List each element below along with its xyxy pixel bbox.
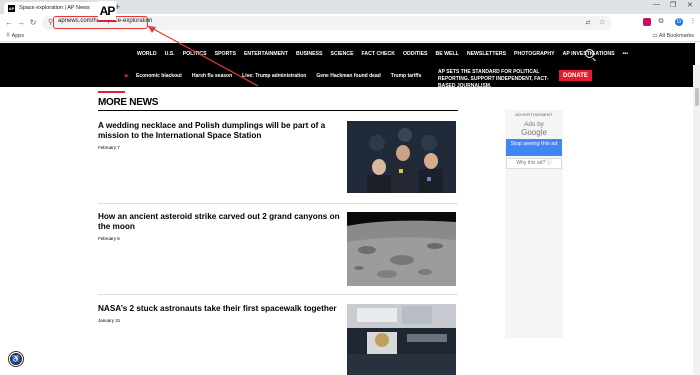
all-bookmarks-label: All Bookmarks [658, 33, 694, 39]
apps-bookmark[interactable]: ⠿ Apps [6, 33, 24, 39]
page-scrollbar[interactable] [693, 65, 700, 375]
trending-item[interactable]: Live: Trump administration [242, 73, 306, 79]
nav-fact-check[interactable]: FACT CHECK [362, 51, 395, 57]
article-card: A wedding necklace and Polish dumplings … [98, 121, 458, 201]
bookmarks-bar: ⠿ Apps ▭ All Bookmarks [0, 32, 700, 42]
ap-logo[interactable]: AP [98, 1, 116, 20]
all-bookmarks[interactable]: ▭ All Bookmarks [652, 33, 694, 39]
article-headline[interactable]: How an ancient asteroid strike carved ou… [98, 212, 343, 232]
apps-label: Apps [11, 33, 25, 39]
nav-entertainment[interactable]: ENTERTAINMENT [244, 51, 288, 57]
nav-oddities[interactable]: ODDITIES [403, 51, 428, 57]
trending-chevron-icon: ▶ [125, 73, 129, 79]
site-header: WORLD U.S. POLITICS SPORTS ENTERTAINMENT… [0, 43, 695, 65]
trending-bar: ▶ Economic blackout Harsh flu season Liv… [0, 65, 695, 89]
bookmark-star-icon[interactable]: ☆ [597, 17, 607, 29]
search-icon[interactable] [585, 49, 594, 58]
browser-window: AP Space exploration | AP News ✕ + — ❐ ✕… [0, 0, 700, 375]
main-nav: WORLD U.S. POLITICS SPORTS ENTERTAINMENT… [137, 51, 628, 57]
logo-accent-bar [98, 20, 116, 22]
article-date: February 7 [98, 145, 120, 150]
trending-item[interactable]: Economic blackout [136, 73, 182, 79]
trending-list: Economic blackout Harsh flu season Live:… [136, 73, 421, 79]
nav-newsletters[interactable]: NEWSLETTERS [467, 51, 506, 57]
ads-by-text: Ads by [524, 121, 544, 128]
article-image-spacewalk[interactable] [347, 304, 456, 375]
nav-world[interactable]: WORLD [137, 51, 157, 57]
article-card: How an ancient asteroid strike carved ou… [98, 212, 458, 292]
google-logo: Google [521, 128, 547, 137]
close-window-icon[interactable]: ✕ [687, 1, 693, 9]
profile-avatar[interactable]: G [675, 18, 683, 26]
nav-politics[interactable]: POLITICS [183, 51, 207, 57]
article-headline[interactable]: A wedding necklace and Polish dumplings … [98, 121, 343, 141]
section-accent-bar [98, 91, 125, 93]
forward-icon[interactable]: → [16, 17, 26, 29]
extensions-puzzle-icon[interactable]: ⧉ [657, 18, 665, 26]
donate-button[interactable]: DONATE [559, 70, 592, 81]
nav-business[interactable]: BUSINESS [296, 51, 323, 57]
browser-tab[interactable]: AP Space exploration | AP News ✕ [4, 2, 108, 14]
extension-icon[interactable] [643, 18, 651, 26]
section-divider [98, 110, 458, 111]
stop-seeing-ad-button[interactable]: Stop seeing this ad [506, 139, 562, 156]
section-title: MORE NEWS [98, 97, 159, 108]
article-image-astronauts[interactable] [347, 121, 456, 193]
article-date: January 31 [98, 318, 121, 323]
ad-label: ADVERTISEMENT [515, 112, 553, 117]
translate-icon[interactable]: ⇄ [583, 17, 593, 29]
minimize-icon[interactable]: — [653, 1, 660, 8]
accessibility-icon[interactable]: ♿ [9, 352, 23, 366]
back-icon[interactable]: ← [4, 17, 14, 29]
article-divider [98, 203, 458, 204]
maximize-icon[interactable]: ❐ [670, 1, 676, 9]
more-menu-icon[interactable]: ••• [623, 51, 628, 57]
trending-item[interactable]: Trump tariffs [391, 73, 422, 79]
nav-sports[interactable]: SPORTS [215, 51, 236, 57]
scrollbar-thumb[interactable] [695, 88, 699, 106]
ads-by-google: Ads by Google [505, 121, 563, 138]
reload-icon[interactable]: ↻ [28, 17, 38, 29]
trending-item[interactable]: Gene Hackman found dead [316, 73, 380, 79]
nav-photography[interactable]: PHOTOGRAPHY [514, 51, 555, 57]
article-divider [98, 294, 458, 295]
nav-be-well[interactable]: BE WELL [435, 51, 458, 57]
article-image-moon[interactable] [347, 212, 456, 286]
article-headline[interactable]: NASA’s 2 stuck astronauts take their fir… [98, 304, 343, 314]
browser-menu-icon[interactable]: ⋮ [689, 18, 697, 26]
article-date: February 5 [98, 236, 120, 241]
support-tagline: AP SETS THE STANDARD FOR POLITICAL REPOR… [438, 69, 549, 89]
article-card: NASA’s 2 stuck astronauts take their fir… [98, 304, 458, 375]
ap-favicon-icon: AP [8, 4, 15, 12]
nav-science[interactable]: SCIENCE [330, 51, 353, 57]
trending-item[interactable]: Harsh flu season [192, 73, 232, 79]
nav-us[interactable]: U.S. [165, 51, 175, 57]
why-this-ad-button[interactable]: Why this ad? ⓘ [506, 158, 562, 169]
tab-title: Space exploration | AP News [19, 5, 90, 11]
